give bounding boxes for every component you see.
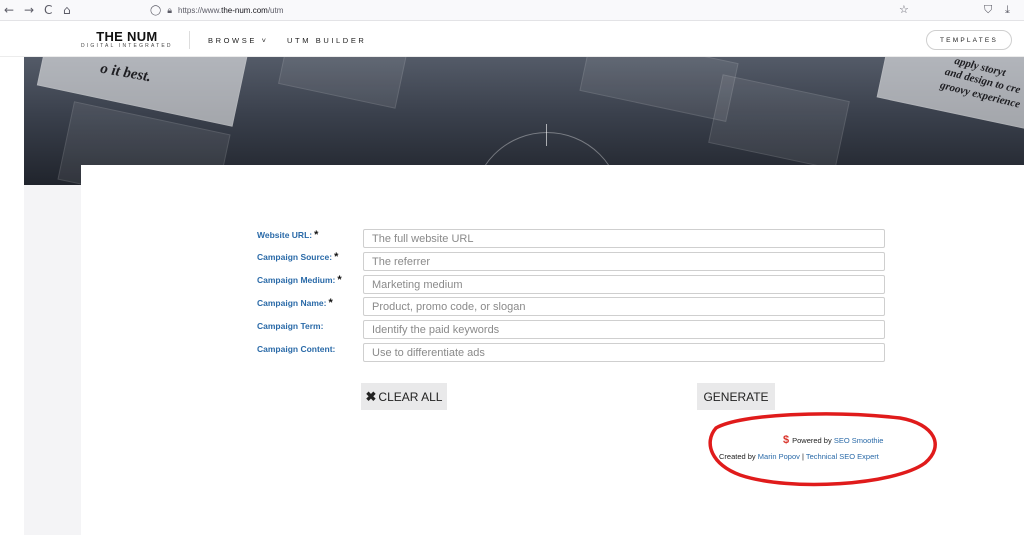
site-header: THE NUM DIGITAL INTEGRATED BROWSE ˅ UTM …	[0, 21, 1024, 57]
logo-title: THE NUM	[96, 29, 158, 44]
hero-scroll-line	[546, 124, 547, 146]
campaign-source-input[interactable]	[363, 252, 885, 271]
clear-all-label: CLEAR ALL	[378, 389, 443, 404]
label-text: Website URL:	[257, 230, 313, 240]
campaign-name-input[interactable]	[363, 297, 885, 316]
browser-toolbar: ← → C ⌂ ◯ 🔒︎ https://www.the-num.com/utm…	[0, 0, 1024, 21]
powered-by-line: $ Powered by SEO Smoothie	[783, 434, 883, 446]
label-website-url: Website URL: *	[257, 230, 318, 241]
nav-browse-label: BROWSE	[208, 36, 257, 45]
required-asterisk: *	[314, 229, 319, 241]
shield-icon: ◯	[150, 5, 162, 16]
label-text: Campaign Medium:	[257, 275, 336, 285]
address-bar[interactable]: ◯ 🔒︎ https://www.the-num.com/utm	[150, 3, 283, 18]
label-text: Campaign Term:	[257, 321, 324, 331]
created-by-text: Created by	[719, 452, 758, 461]
generate-button[interactable]: GENERATE	[697, 383, 775, 410]
label-campaign-source: Campaign Source: *	[257, 252, 338, 263]
site-logo[interactable]: THE NUM DIGITAL INTEGRATED	[81, 30, 173, 50]
seo-smoothie-logo-icon: $	[783, 434, 790, 446]
nav-browse[interactable]: BROWSE ˅	[208, 36, 266, 45]
bookmark-star-icon[interactable]: ☆	[899, 3, 909, 16]
hero-card	[708, 74, 850, 170]
lock-icon: 🔒︎	[167, 5, 172, 15]
label-campaign-term: Campaign Term:	[257, 321, 323, 332]
label-campaign-content: Campaign Content:	[257, 344, 335, 355]
created-by-line: Created by Marin Popov | Technical SEO E…	[719, 452, 879, 461]
campaign-content-input[interactable]	[363, 343, 885, 362]
required-asterisk: *	[337, 274, 342, 286]
label-text: Campaign Content:	[257, 344, 336, 354]
label-text: Campaign Source:	[257, 252, 333, 262]
logo-subtitle: DIGITAL INTEGRATED	[81, 43, 173, 49]
nav-utm-builder[interactable]: UTM BUILDER	[287, 36, 366, 45]
clear-all-button[interactable]: ✖ CLEAR ALL	[361, 383, 447, 410]
url-host: the-num.com	[221, 6, 268, 15]
close-icon: ✖	[365, 388, 377, 404]
url-path: /utm	[267, 6, 284, 15]
label-campaign-medium: Campaign Medium: *	[257, 275, 342, 286]
powered-by-text: Powered by	[792, 436, 834, 445]
author-link[interactable]: Marin Popov	[758, 452, 800, 461]
download-icon[interactable]: ⤓	[1005, 3, 1010, 17]
templates-button[interactable]: TEMPLATES	[926, 30, 1012, 50]
left-gutter	[24, 185, 81, 535]
reload-icon[interactable]: C	[44, 3, 52, 17]
chevron-down-icon: ˅	[261, 36, 267, 45]
pocket-icon[interactable]: ⛉	[984, 3, 992, 17]
forward-icon[interactable]: →	[24, 3, 34, 17]
expert-link[interactable]: Technical SEO Expert	[806, 452, 879, 461]
back-icon[interactable]: ←	[4, 3, 14, 17]
url-prefix: https://www.	[178, 6, 222, 15]
website-url-input[interactable]	[363, 229, 885, 248]
url-text[interactable]: https://www.the-num.com/utm	[178, 6, 283, 15]
campaign-term-input[interactable]	[363, 320, 885, 339]
required-asterisk: *	[328, 297, 333, 309]
label-text: Campaign Name:	[257, 298, 327, 308]
required-asterisk: *	[334, 251, 339, 263]
label-campaign-name: Campaign Name: *	[257, 298, 333, 309]
seo-smoothie-link[interactable]: SEO Smoothie	[834, 436, 884, 445]
campaign-medium-input[interactable]	[363, 275, 885, 294]
header-divider	[189, 31, 190, 49]
home-icon[interactable]: ⌂	[63, 3, 71, 17]
hero-card	[278, 57, 410, 109]
